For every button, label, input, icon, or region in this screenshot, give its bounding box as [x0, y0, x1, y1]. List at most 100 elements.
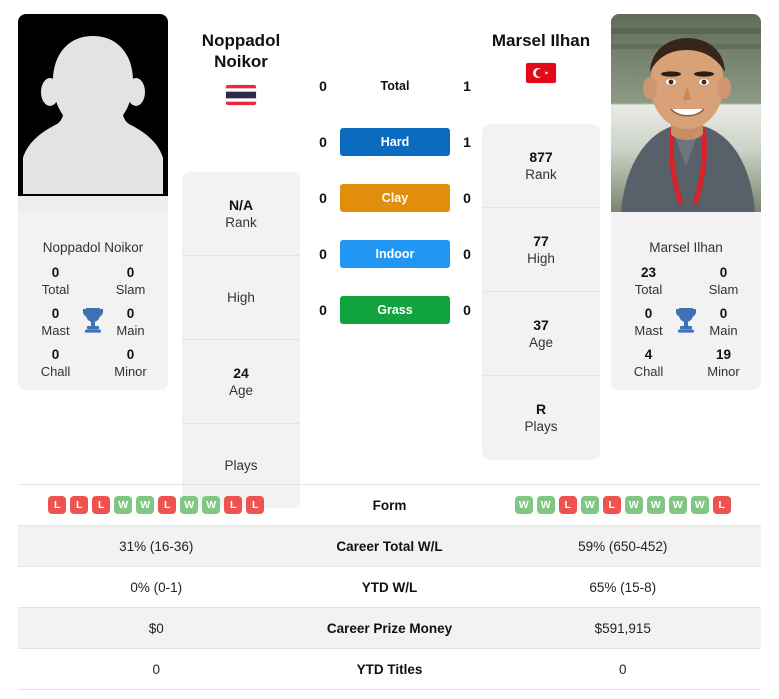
info-row-plays-right: R Plays: [482, 376, 600, 460]
table-row-label: YTD Titles: [356, 661, 423, 677]
form-badge-loss: L: [602, 496, 621, 514]
h2h-row-clay: 0 Clay 0: [310, 170, 480, 226]
trophy-icon: [83, 307, 103, 333]
player-name-line1: Marsel Ilhan: [491, 31, 591, 50]
form-badge-loss: L: [246, 496, 265, 514]
title-label: Chall: [633, 364, 664, 380]
info-label: Plays: [524, 419, 558, 435]
title-label: Slam: [115, 281, 146, 297]
h2h-left-value: 0: [319, 246, 327, 262]
player-name-left: Noppadol Noikor: [166, 30, 316, 73]
info-row-age-left: 24 Age: [182, 340, 300, 424]
form-badge-win: W: [668, 496, 687, 514]
form-badge-win: W: [580, 496, 599, 514]
player-name-line1: Noppadol: [201, 31, 281, 50]
player-info-column-left: N/A Rank High 24 Age Plays: [182, 172, 300, 508]
title-stat: 0 Total: [18, 265, 93, 298]
title-label: Minor: [114, 364, 147, 380]
h2h-right-value: 0: [463, 190, 471, 206]
h2h-surface-chip-indoor[interactable]: Indoor: [340, 240, 450, 268]
title-label: Total: [634, 281, 663, 297]
title-value: 19: [715, 347, 732, 363]
title-value: 0: [126, 265, 135, 280]
head-to-head-column: 0 Total 1 0 Hard 1 0 Clay 0 0 Indoor 0 0: [310, 58, 480, 338]
title-label: Chall: [40, 364, 71, 380]
player-info-column-right: 877 Rank 77 High 37 Age R Plays: [482, 124, 600, 460]
turkey-flag-icon: [526, 63, 556, 84]
table-cell-right: 0: [618, 661, 627, 677]
title-stat: 0 Minor: [93, 347, 168, 380]
table-row-label: YTD W/L: [361, 579, 418, 595]
h2h-left-value: 0: [319, 302, 327, 318]
form-badge-loss: L: [48, 496, 67, 514]
table-cell-left: 31% (16-36): [119, 538, 194, 554]
title-stat: 23 Total: [611, 265, 686, 298]
h2h-left-value: 0: [319, 134, 327, 150]
table-cell-right: $591,915: [594, 620, 651, 636]
title-stat: 4 Chall: [611, 347, 686, 380]
table-row-ytd-titles: 0 YTD Titles 0: [18, 649, 761, 690]
h2h-row-total: 0 Total 1: [310, 58, 480, 114]
table-row-label: Form: [372, 497, 407, 513]
info-row-age-right: 37 Age: [482, 292, 600, 376]
title-stat: 0 Slam: [93, 265, 168, 298]
info-row-rank-left: N/A Rank: [182, 172, 300, 256]
title-value: 4: [644, 347, 653, 363]
form-badge-win: W: [136, 496, 155, 514]
info-label: Rank: [225, 214, 257, 230]
form-badge-win: W: [536, 496, 555, 514]
table-cell-left: 0% (0-1): [130, 579, 183, 595]
info-value: N/A: [228, 196, 254, 213]
titles-card-name-left: Noppadol Noikor: [42, 240, 144, 255]
h2h-surface-chip-hard[interactable]: Hard: [340, 128, 450, 156]
title-stat: 0 Slam: [686, 265, 761, 298]
title-value: 23: [640, 265, 657, 280]
title-label: Slam: [708, 281, 739, 297]
info-row-high-left: High: [182, 256, 300, 340]
title-stat: 0 Chall: [18, 347, 93, 380]
title-stat: 19 Minor: [686, 347, 761, 380]
table-row-form: LLLWWLWWLL Form WWLWLWWWWL: [18, 485, 761, 526]
info-label: Age: [228, 382, 254, 398]
form-badge-win: W: [514, 496, 533, 514]
player-header-right: Marsel Ilhan: [466, 30, 616, 84]
player-comparison-page: Noppadol Noikor 0 Total 0 Slam 0 Mast 0 …: [0, 0, 779, 699]
h2h-left-value: 0: [319, 78, 327, 94]
form-badge-loss: L: [70, 496, 89, 514]
table-cell-left: 0: [152, 661, 160, 677]
h2h-right-value: 1: [463, 78, 471, 94]
form-badge-loss: L: [712, 496, 731, 514]
h2h-surface-chip-clay[interactable]: Clay: [340, 184, 450, 212]
form-badge-win: W: [114, 496, 133, 514]
trophy-icon: [676, 307, 696, 333]
h2h-left-value: 0: [319, 190, 327, 206]
info-label: Rank: [525, 166, 557, 182]
form-strip-right: WWLWLWWWWL: [485, 496, 762, 514]
info-value: 37: [533, 316, 549, 333]
comparison-header-area: Noppadol Noikor 0 Total 0 Slam 0 Mast 0 …: [0, 0, 779, 508]
h2h-row-indoor: 0 Indoor 0: [310, 226, 480, 282]
form-badge-win: W: [624, 496, 643, 514]
h2h-surface-chip-grass[interactable]: Grass: [340, 296, 450, 324]
info-label: High: [227, 289, 255, 305]
table-cell-right: 59% (650-452): [578, 538, 668, 554]
comparison-stats-table: LLLWWLWWLL Form WWLWLWWWWL 31% (16-36) C…: [18, 484, 761, 690]
form-badge-loss: L: [92, 496, 111, 514]
player-name-line2: Noikor: [214, 52, 268, 72]
form-badge-loss: L: [558, 496, 577, 514]
form-badge-win: W: [646, 496, 665, 514]
info-value: 877: [529, 148, 553, 165]
avatar-placeholder-icon: [18, 14, 168, 212]
player-photo-right: [611, 14, 761, 212]
table-row-ytd-wl: 0% (0-1) YTD W/L 65% (15-8): [18, 567, 761, 608]
h2h-right-value: 0: [463, 246, 471, 262]
h2h-right-value: 1: [463, 134, 471, 150]
info-label: Age: [528, 334, 554, 350]
form-badge-loss: L: [158, 496, 177, 514]
form-badge-loss: L: [224, 496, 243, 514]
h2h-row-grass: 0 Grass 0: [310, 282, 480, 338]
form-badge-win: W: [202, 496, 221, 514]
form-badge-win: W: [690, 496, 709, 514]
info-value: R: [535, 401, 547, 418]
info-value: 24: [233, 364, 249, 381]
